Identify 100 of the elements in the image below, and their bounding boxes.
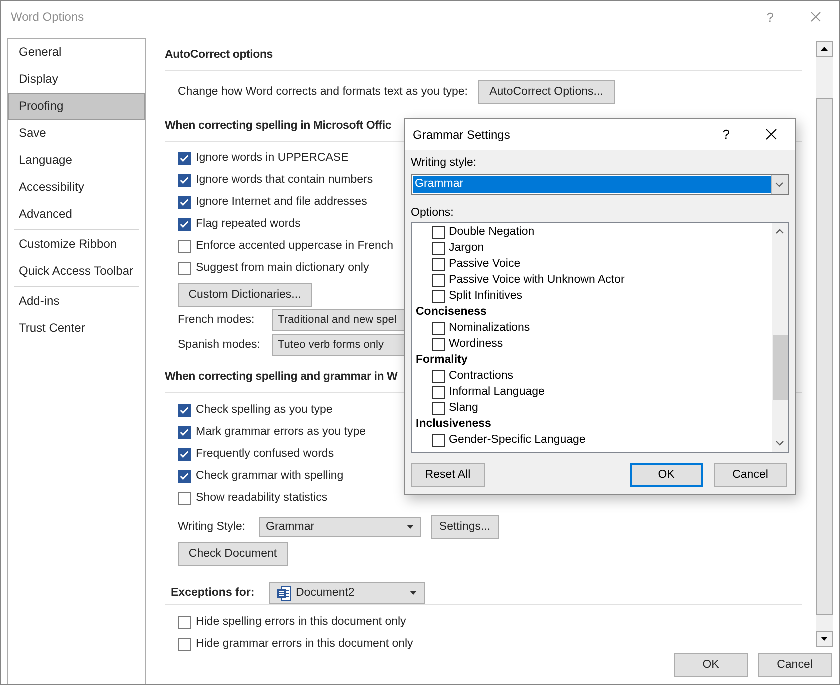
- option-label[interactable]: Passive Voice: [449, 257, 521, 271]
- writing-style-dropdown[interactable]: Grammar: [411, 174, 789, 195]
- checkbox[interactable]: [178, 152, 191, 164]
- checkbox-label: Flag repeated words: [196, 217, 301, 231]
- cancel-button[interactable]: Cancel: [758, 653, 832, 677]
- sidebar-item[interactable]: Proofing: [8, 93, 145, 120]
- section-heading: When correcting spelling in Microsoft Offic: [165, 119, 392, 134]
- up-triangle-icon: [821, 47, 828, 51]
- sidebar-item[interactable]: Accessibility: [8, 174, 145, 201]
- checkbox-label: Frequently confused words: [196, 447, 334, 461]
- checkbox[interactable]: [432, 258, 445, 270]
- sidebar-item[interactable]: Save: [8, 120, 145, 147]
- option-label[interactable]: Double Negation: [449, 225, 535, 239]
- sidebar-item[interactable]: Advanced: [8, 201, 145, 228]
- checkbox-label: Ignore words that contain numbers: [196, 173, 374, 187]
- reset-all-button[interactable]: Reset All: [411, 463, 485, 487]
- sidebar-item[interactable]: Customize Ribbon: [8, 231, 145, 258]
- chevron-down-icon[interactable]: [776, 441, 784, 446]
- exceptions-label: Exceptions for:: [171, 587, 255, 599]
- checkbox[interactable]: [178, 218, 191, 230]
- options-label: Options:: [411, 206, 454, 220]
- mode-dropdown[interactable]: Traditional and new spel: [272, 309, 404, 331]
- checkbox[interactable]: [432, 370, 445, 382]
- checkbox[interactable]: [178, 638, 191, 650]
- checkbox-label: Hide spelling errors in this document only: [196, 615, 406, 629]
- description-text: Change how Word corrects and formats text as you type:: [178, 86, 468, 98]
- option-label[interactable]: Jargon: [449, 241, 484, 255]
- group-heading: Formality: [415, 353, 468, 368]
- checkbox[interactable]: [178, 262, 191, 274]
- checkbox[interactable]: [178, 404, 191, 416]
- document-icon: [277, 586, 291, 600]
- checkbox[interactable]: [178, 174, 191, 186]
- sidebar-item[interactable]: Add-ins: [8, 288, 145, 315]
- down-triangle-icon: [821, 637, 828, 641]
- checkbox-label: Suggest from main dictionary only: [196, 261, 370, 275]
- scrollbar[interactable]: [772, 223, 788, 452]
- autocorrect-options-button[interactable]: AutoCorrect Options...: [478, 80, 615, 104]
- checkbox-label: Mark grammar errors as you type: [196, 425, 366, 439]
- checkbox-label: Check grammar with spelling: [196, 469, 344, 483]
- option-label[interactable]: Nominalizations: [449, 321, 530, 335]
- sidebar-item[interactable]: Trust Center: [8, 315, 145, 342]
- option-label[interactable]: Split Infinitives: [449, 289, 523, 303]
- sidebar-item[interactable]: General: [8, 39, 145, 66]
- chevron-down-icon[interactable]: [771, 175, 788, 194]
- ok-button[interactable]: OK: [630, 463, 703, 487]
- settings-button[interactable]: Settings...: [431, 515, 499, 539]
- caret-icon: [407, 525, 414, 529]
- ok-button[interactable]: OK: [674, 653, 748, 677]
- option-label[interactable]: Wordiness: [449, 337, 504, 351]
- checkbox[interactable]: [178, 448, 191, 460]
- checkbox[interactable]: [178, 240, 191, 252]
- window-title: Word Options: [11, 10, 84, 24]
- checkbox[interactable]: [178, 196, 191, 208]
- checkbox[interactable]: [178, 616, 191, 628]
- mode-label: French modes:: [178, 314, 255, 326]
- section-heading: AutoCorrect options: [165, 48, 273, 63]
- option-label[interactable]: Passive Voice with Unknown Actor: [449, 273, 625, 287]
- checkbox-label: Enforce accented uppercase in French: [196, 239, 394, 253]
- field-label: Writing style:: [411, 156, 477, 170]
- scroll-up-button[interactable]: [816, 41, 833, 57]
- checkbox[interactable]: [432, 338, 445, 350]
- scrollbar-thumb[interactable]: [772, 335, 788, 400]
- document-dropdown[interactable]: Document2: [269, 582, 425, 604]
- checkbox[interactable]: [432, 274, 445, 286]
- mode-label: Spanish modes:: [178, 339, 260, 351]
- dialog-title: Grammar Settings: [413, 128, 510, 142]
- checkbox[interactable]: [432, 322, 445, 334]
- checkbox[interactable]: [432, 402, 445, 414]
- checkbox[interactable]: [432, 226, 445, 238]
- chevron-up-icon[interactable]: [776, 229, 784, 234]
- sidebar-item[interactable]: Display: [8, 66, 145, 93]
- cancel-button[interactable]: Cancel: [714, 463, 787, 487]
- writing-style-label: Writing Style:: [178, 521, 246, 533]
- checkbox[interactable]: [432, 434, 445, 446]
- group-heading: Conciseness: [415, 305, 487, 320]
- checkbox[interactable]: [178, 426, 191, 438]
- check-document-button[interactable]: Check Document: [178, 542, 288, 566]
- checkbox[interactable]: [432, 290, 445, 302]
- selected-value: Grammar: [413, 176, 771, 193]
- writing-style-dropdown[interactable]: Grammar: [259, 517, 421, 537]
- close-icon[interactable]: [766, 129, 777, 140]
- help-button[interactable]: ?: [722, 127, 730, 142]
- caret-icon: [410, 591, 417, 595]
- option-label[interactable]: Slang: [449, 401, 478, 415]
- checkbox[interactable]: [178, 470, 191, 482]
- mode-dropdown[interactable]: Tuteo verb forms only: [272, 334, 404, 356]
- custom-dictionaries-button[interactable]: Custom Dictionaries...: [178, 283, 312, 307]
- scroll-down-button[interactable]: [816, 631, 833, 647]
- checkbox-label: Show readability statistics: [196, 491, 328, 505]
- checkbox[interactable]: [432, 386, 445, 398]
- section-heading: When correcting spelling and grammar in W: [165, 370, 398, 385]
- sidebar-item[interactable]: Quick Access Toolbar: [8, 258, 145, 285]
- option-label[interactable]: Informal Language: [449, 385, 545, 399]
- option-label[interactable]: Contractions: [449, 369, 514, 383]
- checkbox[interactable]: [432, 242, 445, 254]
- sidebar-item[interactable]: Language: [8, 147, 145, 174]
- checkbox-label: Ignore words in UPPERCASE: [196, 151, 349, 165]
- checkbox-label: Check spelling as you type: [196, 403, 333, 417]
- checkbox[interactable]: [178, 492, 191, 504]
- option-label[interactable]: Gender-Specific Language: [449, 433, 586, 447]
